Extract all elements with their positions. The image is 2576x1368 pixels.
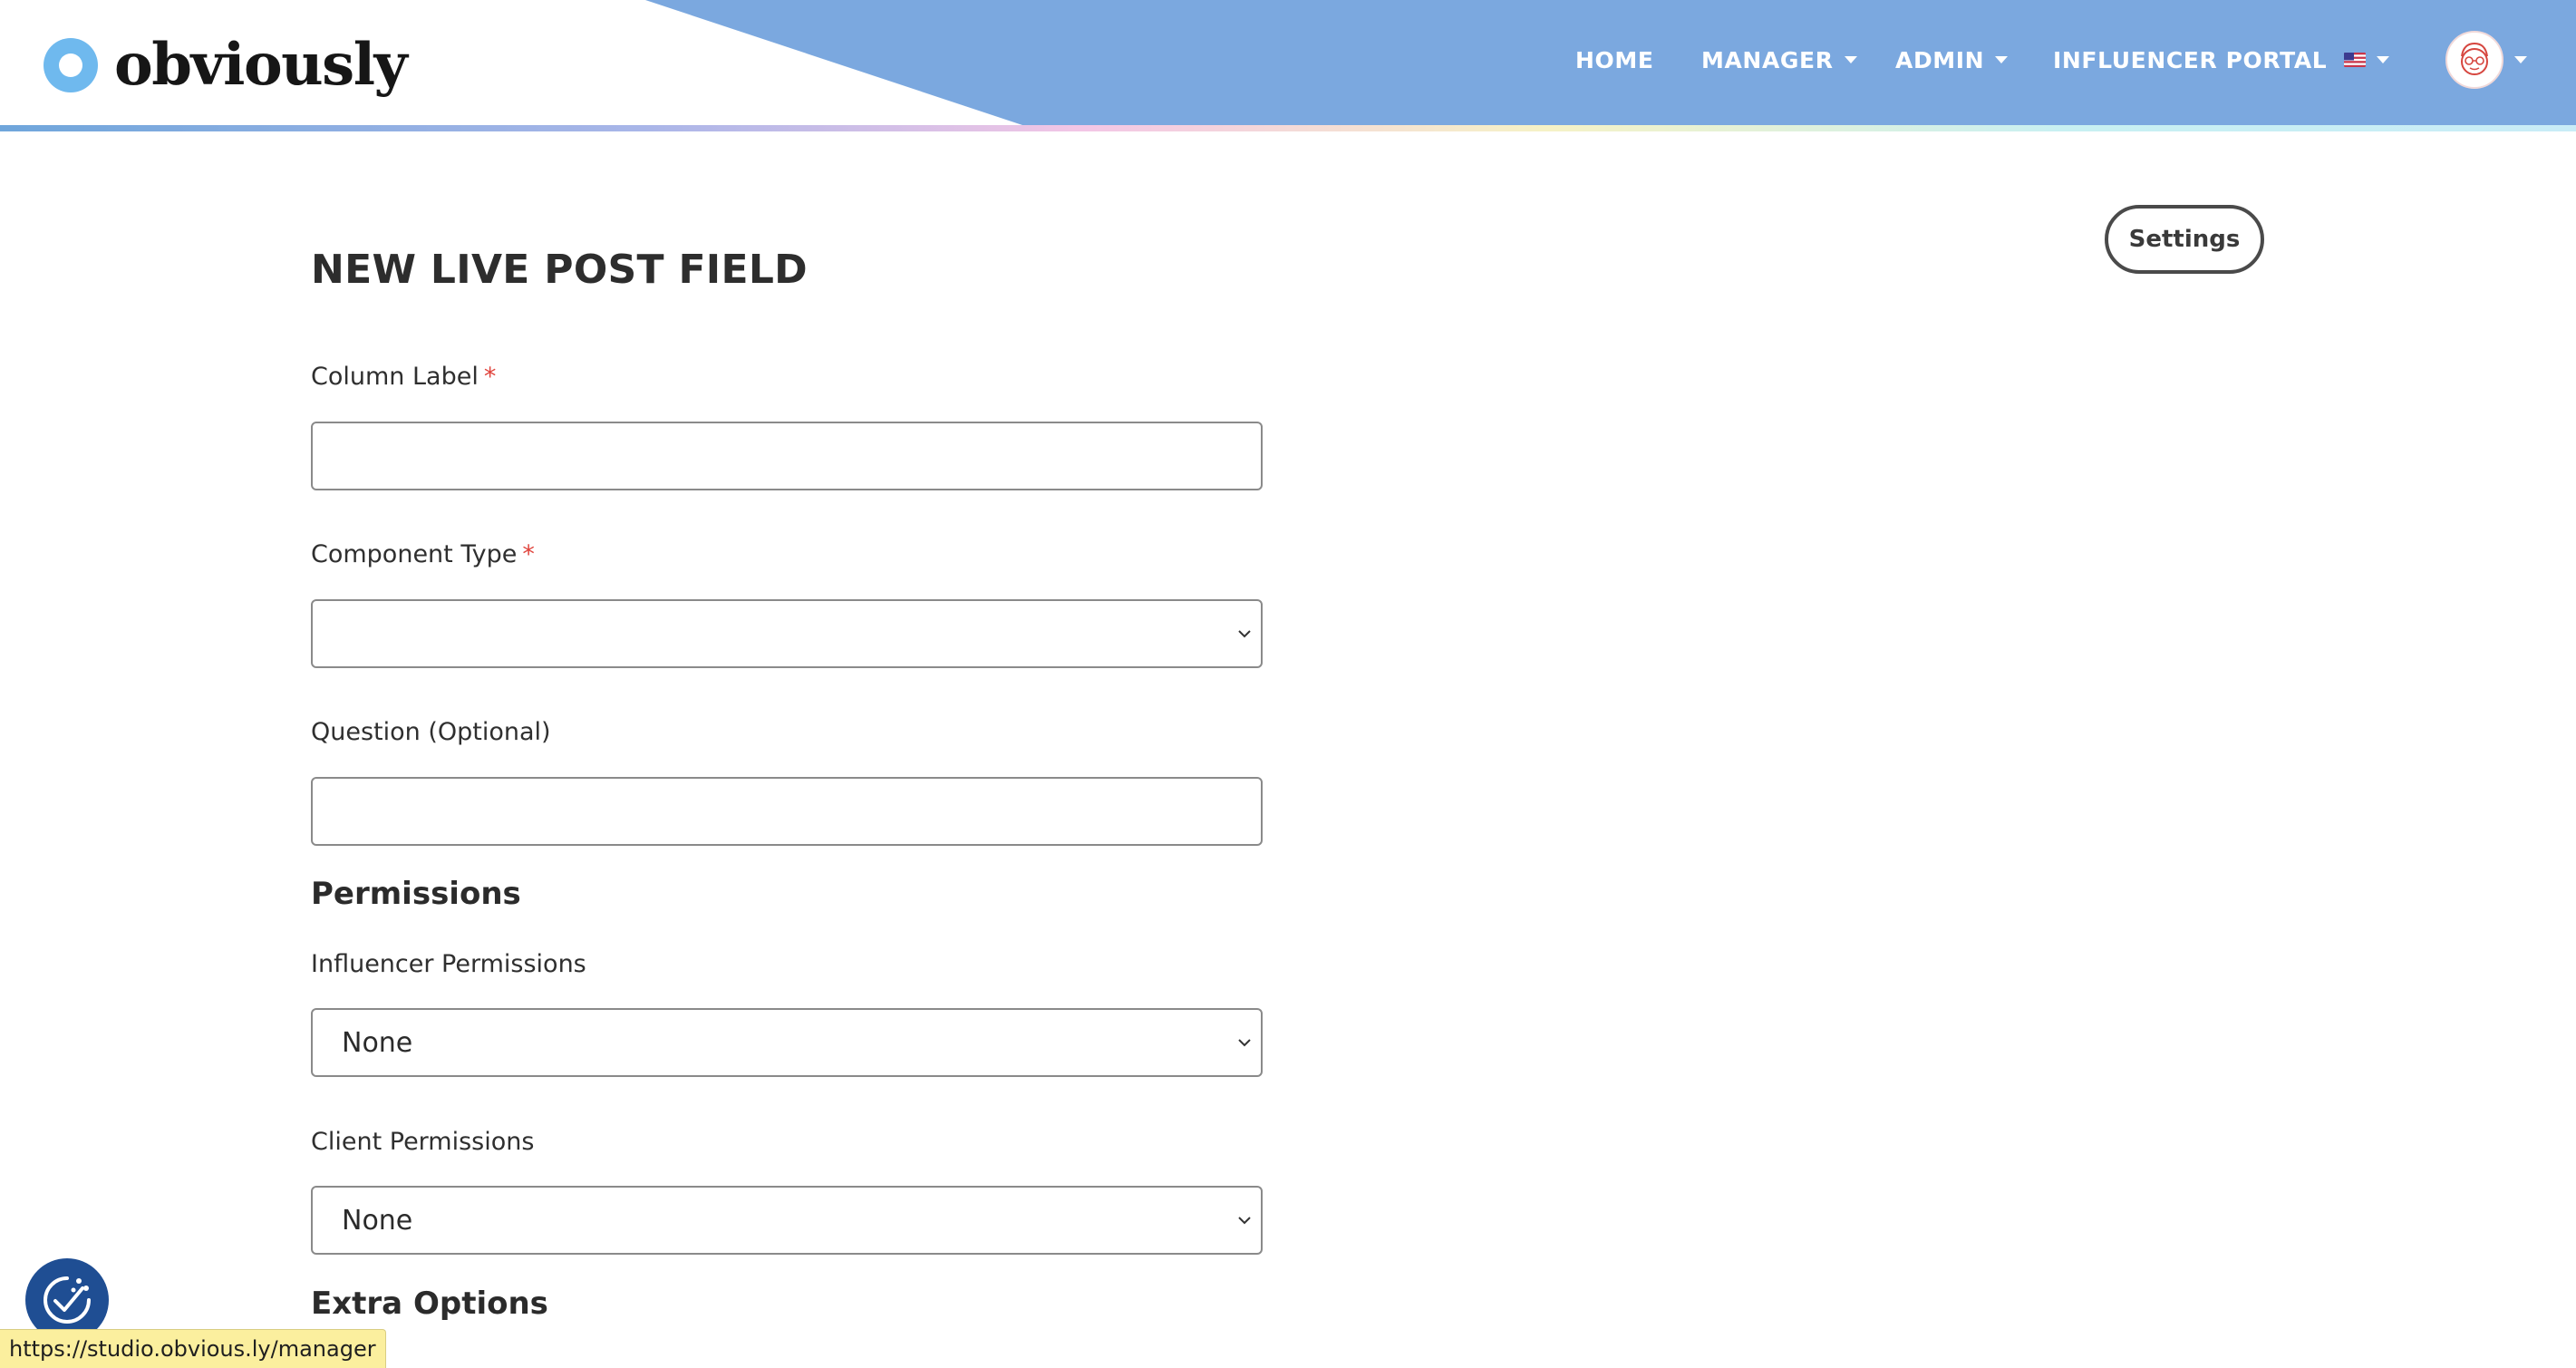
column-label-text: Column Label xyxy=(311,363,479,391)
extra-options-heading: Extra Options xyxy=(311,1286,548,1322)
nav-manager-dropdown[interactable]: MANAGER xyxy=(1701,36,1857,83)
nav-home[interactable]: HOME xyxy=(1575,36,1654,83)
client-permissions-select[interactable]: None xyxy=(311,1186,1263,1255)
nav-influencer-portal[interactable]: INFLUENCER PORTAL xyxy=(2053,36,2327,83)
influencer-permissions-selected-value: None xyxy=(342,1026,413,1059)
us-flag-icon xyxy=(2344,53,2366,67)
chevron-down-icon xyxy=(2377,56,2389,63)
required-asterisk: * xyxy=(483,363,497,391)
question-label-text: Question (Optional) xyxy=(311,718,551,746)
nav-home-label: HOME xyxy=(1575,46,1654,73)
chevron-down-icon xyxy=(1238,1039,1251,1047)
brand-name: obviously xyxy=(114,31,408,99)
column-label-input[interactable] xyxy=(311,422,1263,490)
nav-admin-dropdown[interactable]: ADMIN xyxy=(1895,36,2009,83)
component-type-text: Component Type xyxy=(311,540,518,568)
page-title: NEW LIVE POST FIELD xyxy=(311,247,808,293)
required-asterisk: * xyxy=(522,540,535,568)
nav-influencer-portal-label: INFLUENCER PORTAL xyxy=(2053,46,2328,73)
nav-admin-label: ADMIN xyxy=(1895,46,1985,73)
user-avatar xyxy=(2445,31,2503,89)
avatar-illustration-icon xyxy=(2461,42,2488,75)
influencer-permissions-text: Influencer Permissions xyxy=(311,950,586,978)
client-permissions-label: Client Permissions xyxy=(311,1128,534,1156)
question-label: Question (Optional) xyxy=(311,718,551,746)
chevron-down-icon xyxy=(1844,56,1857,63)
component-type-label: Component Type * xyxy=(311,540,535,568)
top-navigation-bar: obviously HOME MANAGER ADMIN INFLUENCER … xyxy=(0,0,2576,134)
client-permissions-selected-value: None xyxy=(342,1204,413,1237)
accessibility-check-icon xyxy=(44,1276,91,1324)
component-type-select[interactable] xyxy=(311,599,1263,668)
question-input[interactable] xyxy=(311,777,1263,846)
browser-status-url: https://studio.obvious.ly/manager xyxy=(0,1329,386,1368)
chevron-down-icon xyxy=(1995,56,2009,63)
client-permissions-text: Client Permissions xyxy=(311,1128,535,1156)
chevron-down-icon xyxy=(2514,56,2527,63)
account-dropdown[interactable] xyxy=(2445,31,2527,89)
chevron-down-icon xyxy=(1238,630,1251,638)
influencer-permissions-label: Influencer Permissions xyxy=(311,950,586,978)
brand-logo[interactable]: obviously xyxy=(44,29,408,102)
language-dropdown[interactable] xyxy=(2344,36,2389,83)
logo-circle-icon xyxy=(44,38,98,92)
settings-button[interactable]: Settings xyxy=(2105,205,2264,274)
nav-manager-label: MANAGER xyxy=(1701,46,1834,73)
chevron-down-icon xyxy=(1238,1217,1251,1225)
permissions-heading: Permissions xyxy=(311,876,521,912)
column-label-label: Column Label * xyxy=(311,363,496,391)
influencer-permissions-select[interactable]: None xyxy=(311,1008,1263,1077)
